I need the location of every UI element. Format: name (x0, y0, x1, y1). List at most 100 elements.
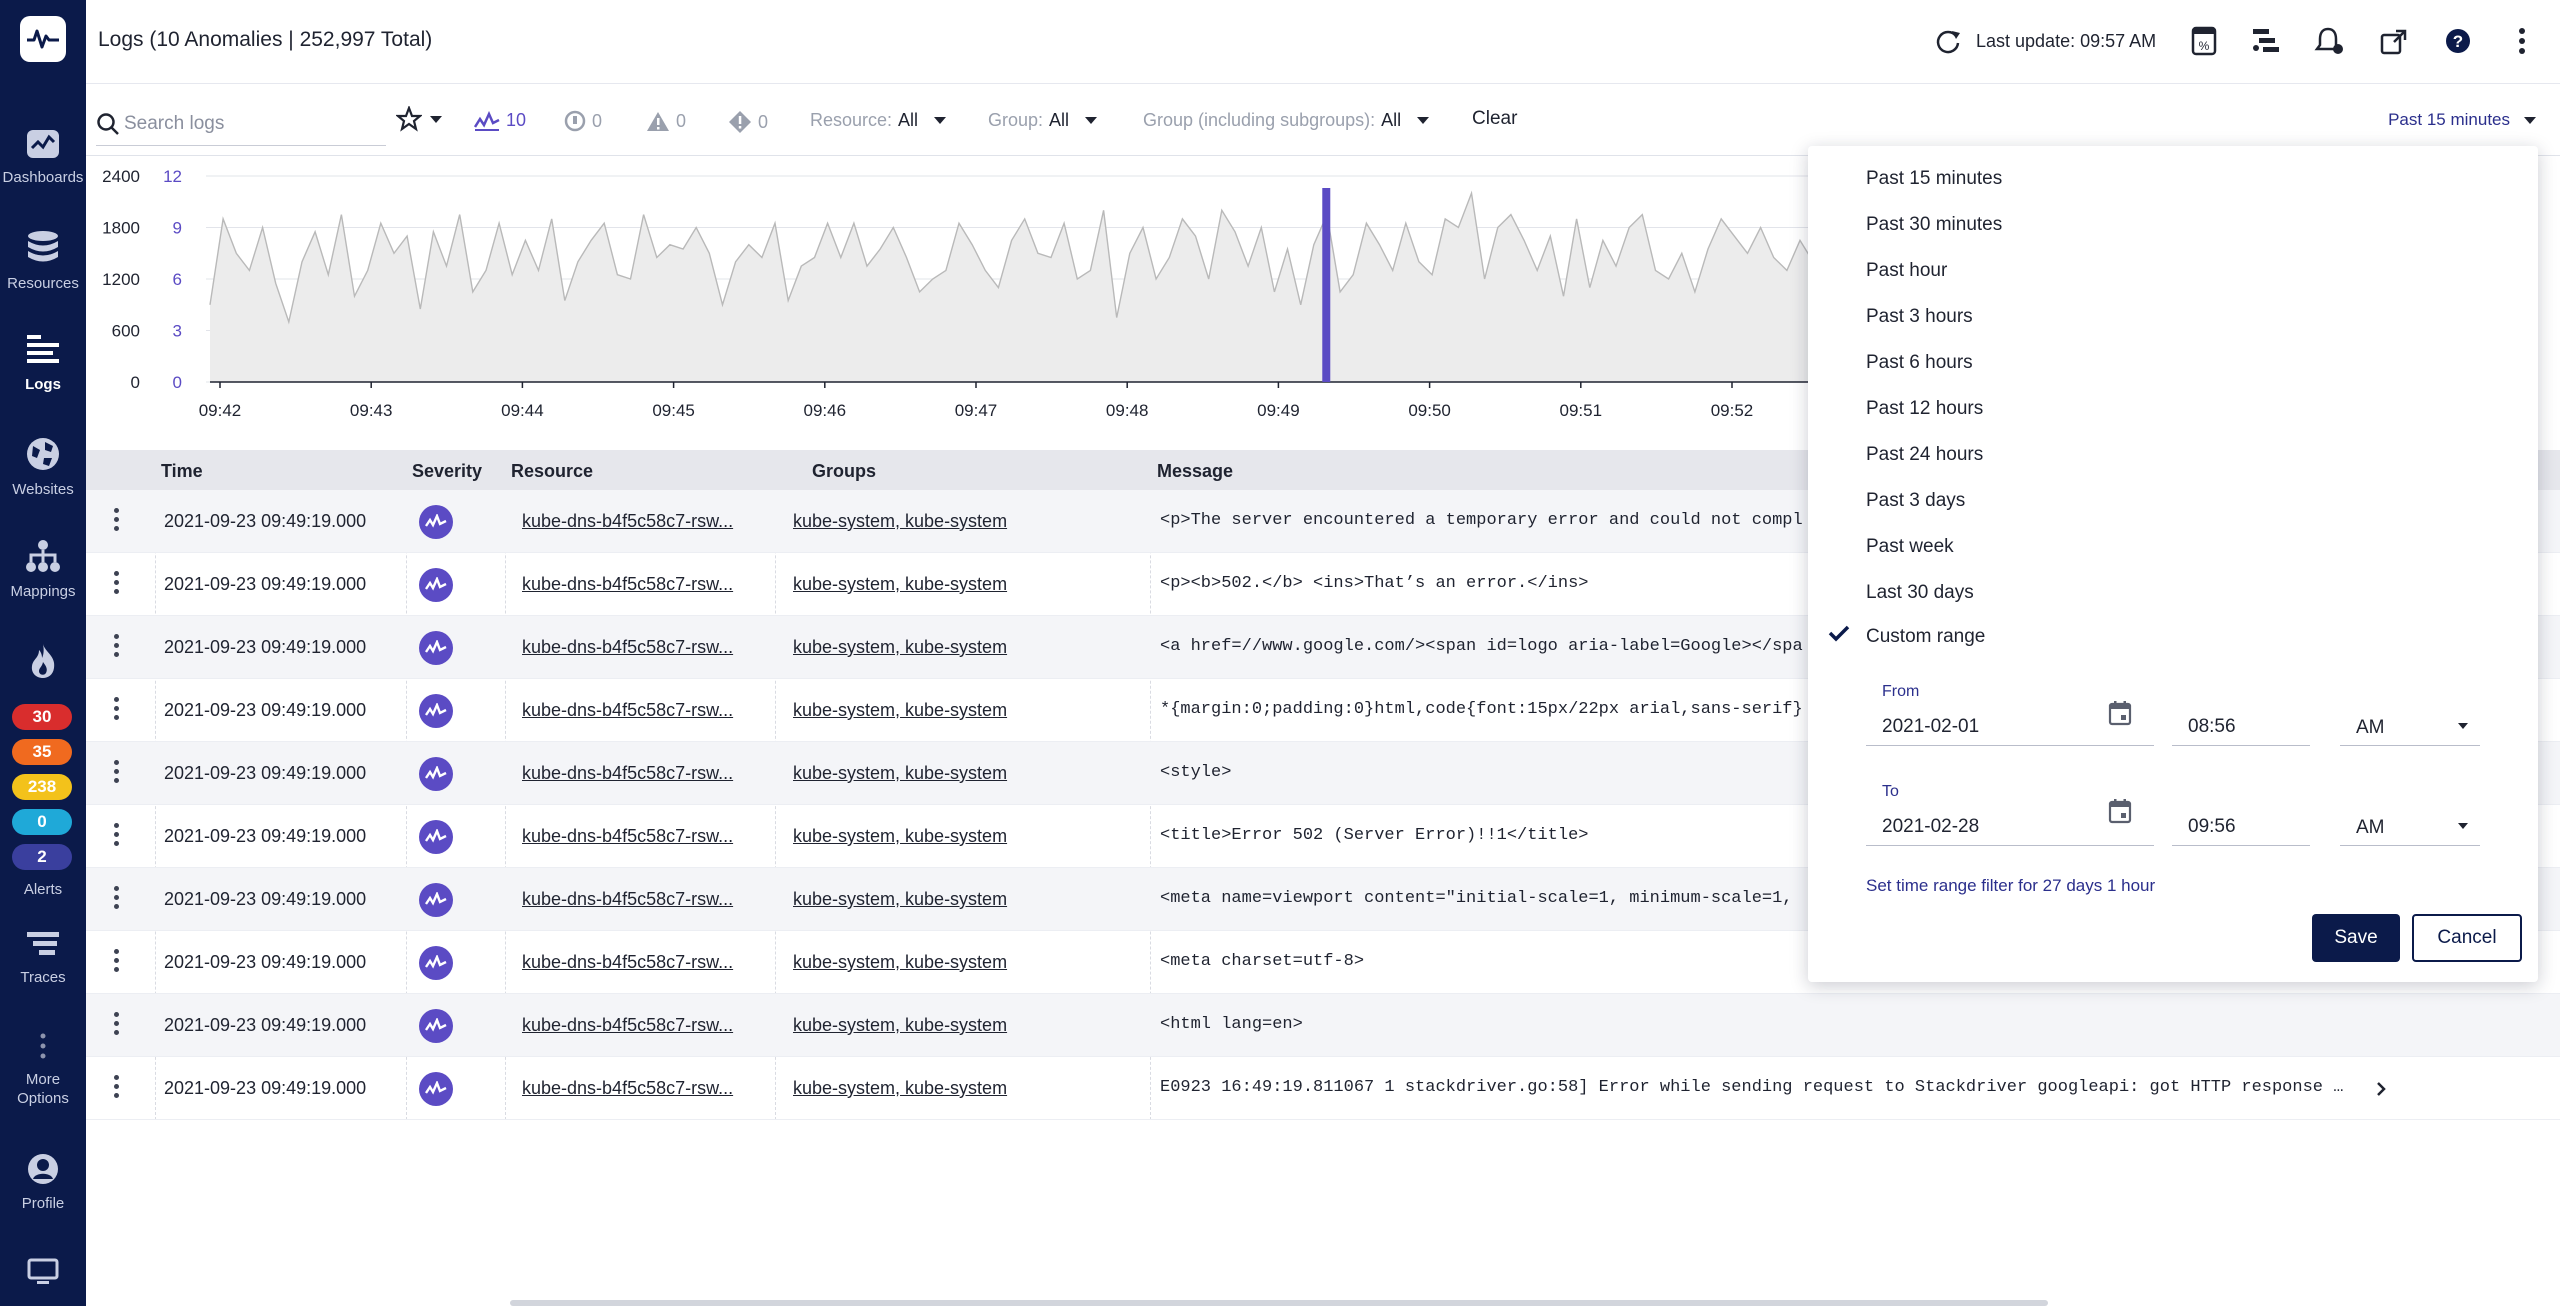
time-range-selector[interactable]: Past 15 minutes (2388, 110, 2536, 130)
from-time-input[interactable] (2172, 708, 2310, 745)
warning-filter[interactable]: 0 (646, 110, 686, 132)
row-menu-icon[interactable] (114, 571, 120, 598)
column-header-message[interactable]: Message (1157, 461, 1233, 482)
chevron-right-icon[interactable] (2376, 1081, 2386, 1097)
time-option-past-3-days[interactable]: Past 3 days (1866, 490, 1965, 512)
sidebar-item-websites[interactable]: Websites (0, 436, 86, 499)
time-option-past-3-hours[interactable]: Past 3 hours (1866, 306, 1973, 328)
from-ampm-select[interactable]: AM (2340, 708, 2480, 746)
alert-count-error[interactable]: 35 (12, 739, 72, 765)
row-groups-link[interactable]: kube-system, kube-system (793, 826, 1007, 847)
row-resource-link[interactable]: kube-dns-b4f5c58c7-rsw... (522, 763, 733, 784)
app-logo[interactable] (20, 16, 66, 62)
row-resource-link[interactable]: kube-dns-b4f5c58c7-rsw... (522, 700, 733, 721)
sidebar-item-profile[interactable]: Profile (0, 1152, 86, 1213)
sidebar-item-mappings[interactable]: Mappings (0, 538, 86, 601)
time-option-past-week[interactable]: Past week (1866, 536, 1954, 558)
alert-count-other[interactable]: 2 (12, 844, 72, 870)
row-groups-link[interactable]: kube-system, kube-system (793, 763, 1007, 784)
x-tick-label: 09:46 (804, 401, 847, 420)
critical-filter[interactable]: 0 (564, 110, 602, 132)
table-row[interactable]: 2021-09-23 09:49:19.000 kube-dns-b4f5c58c… (86, 1057, 2560, 1120)
horizontal-scrollbar[interactable] (510, 1300, 2048, 1306)
error-filter[interactable]: 0 (728, 110, 768, 134)
row-groups-link[interactable]: kube-system, kube-system (793, 889, 1007, 910)
column-header-severity[interactable]: Severity (412, 461, 482, 482)
anomaly-severity-icon (419, 946, 453, 980)
collectors-button[interactable] (2250, 25, 2282, 57)
sidebar-item-label: Profile (21, 1195, 65, 1212)
sidebar-item-display[interactable] (0, 1258, 86, 1286)
more-menu-button[interactable] (2506, 25, 2538, 57)
y-tick-label-left: 1200 (102, 270, 140, 289)
refresh-button[interactable] (1934, 27, 1962, 60)
column-header-time[interactable]: Time (161, 461, 203, 482)
clear-filters-button[interactable]: Clear (1472, 108, 1517, 130)
alert-count-critical[interactable]: 30 (12, 704, 72, 730)
save-button[interactable]: Save (2312, 914, 2400, 962)
time-option-past-hour[interactable]: Past hour (1866, 260, 1947, 282)
row-menu-icon[interactable] (114, 1012, 120, 1039)
row-groups-link[interactable]: kube-system, kube-system (793, 700, 1007, 721)
row-resource-link[interactable]: kube-dns-b4f5c58c7-rsw... (522, 1078, 733, 1099)
row-menu-icon[interactable] (114, 886, 120, 913)
integrations-button[interactable] (2378, 25, 2410, 57)
anomaly-filter[interactable]: 10 (474, 110, 526, 131)
row-groups-link[interactable]: kube-system, kube-system (793, 637, 1007, 658)
alert-count-info[interactable]: 0 (12, 809, 72, 835)
search-input[interactable] (124, 110, 374, 138)
time-option-past-30-minutes[interactable]: Past 30 minutes (1866, 214, 2002, 236)
help-button[interactable]: ? (2442, 25, 2474, 57)
column-header-resource[interactable]: Resource (511, 461, 593, 482)
to-time-input[interactable] (2172, 808, 2310, 845)
sidebar-item-alerts-icon[interactable] (0, 642, 86, 680)
anomaly-marker (1322, 188, 1331, 382)
row-menu-icon[interactable] (114, 823, 120, 850)
row-groups-link[interactable]: kube-system, kube-system (793, 1015, 1007, 1036)
favorites-dropdown[interactable] (396, 106, 442, 132)
percent-report-button[interactable]: % (2188, 25, 2220, 57)
row-menu-icon[interactable] (114, 1075, 120, 1102)
group-filter[interactable]: Group: All (988, 110, 1098, 131)
subgroup-filter[interactable]: Group (including subgroups): All (1143, 110, 1430, 131)
alert-settings-button[interactable] (2314, 25, 2346, 57)
alert-count-warning[interactable]: 238 (12, 774, 72, 800)
to-ampm-select[interactable]: AM (2340, 808, 2480, 846)
time-option-past-24-hours[interactable]: Past 24 hours (1866, 444, 1983, 466)
row-resource-link[interactable]: kube-dns-b4f5c58c7-rsw... (522, 574, 733, 595)
resource-filter[interactable]: Resource: All (810, 110, 947, 131)
row-groups-link[interactable]: kube-system, kube-system (793, 574, 1007, 595)
row-menu-icon[interactable] (114, 508, 120, 535)
cancel-button[interactable]: Cancel (2412, 914, 2522, 962)
row-resource-link[interactable]: kube-dns-b4f5c58c7-rsw... (522, 637, 733, 658)
sidebar-item-resources[interactable]: Resources (0, 230, 86, 293)
row-menu-icon[interactable] (114, 949, 120, 976)
row-groups-link[interactable]: kube-system, kube-system (793, 511, 1007, 532)
time-option-past-15-minutes[interactable]: Past 15 minutes (1866, 168, 2002, 190)
anomaly-severity-icon (419, 1072, 453, 1106)
column-header-groups[interactable]: Groups (812, 461, 876, 482)
calendar-icon[interactable] (2108, 700, 2132, 726)
sidebar-item-more-options[interactable]: More Options (0, 1032, 86, 1108)
sidebar-item-logs[interactable]: Logs (0, 333, 86, 394)
row-menu-icon[interactable] (114, 760, 120, 787)
time-option-custom-range[interactable]: Custom range (1866, 626, 1985, 648)
anomaly-severity-icon (419, 757, 453, 791)
row-resource-link[interactable]: kube-dns-b4f5c58c7-rsw... (522, 952, 733, 973)
row-menu-icon[interactable] (114, 697, 120, 724)
sidebar-item-dashboards[interactable]: Dashboards (0, 128, 86, 187)
sidebar-item-traces[interactable]: Traces (0, 930, 86, 987)
time-option-last-30-days[interactable]: Last 30 days (1866, 582, 1974, 604)
table-row[interactable]: 2021-09-23 09:49:19.000 kube-dns-b4f5c58c… (86, 994, 2560, 1057)
time-option-past-6-hours[interactable]: Past 6 hours (1866, 352, 1973, 374)
calendar-icon[interactable] (2108, 798, 2132, 824)
row-groups-link[interactable]: kube-system, kube-system (793, 1078, 1007, 1099)
sidebar-item-alerts[interactable]: Alerts (0, 872, 86, 899)
row-resource-link[interactable]: kube-dns-b4f5c58c7-rsw... (522, 889, 733, 910)
row-groups-link[interactable]: kube-system, kube-system (793, 952, 1007, 973)
row-menu-icon[interactable] (114, 634, 120, 661)
row-resource-link[interactable]: kube-dns-b4f5c58c7-rsw... (522, 511, 733, 532)
row-resource-link[interactable]: kube-dns-b4f5c58c7-rsw... (522, 826, 733, 847)
row-resource-link[interactable]: kube-dns-b4f5c58c7-rsw... (522, 1015, 733, 1036)
time-option-past-12-hours[interactable]: Past 12 hours (1866, 398, 1983, 420)
